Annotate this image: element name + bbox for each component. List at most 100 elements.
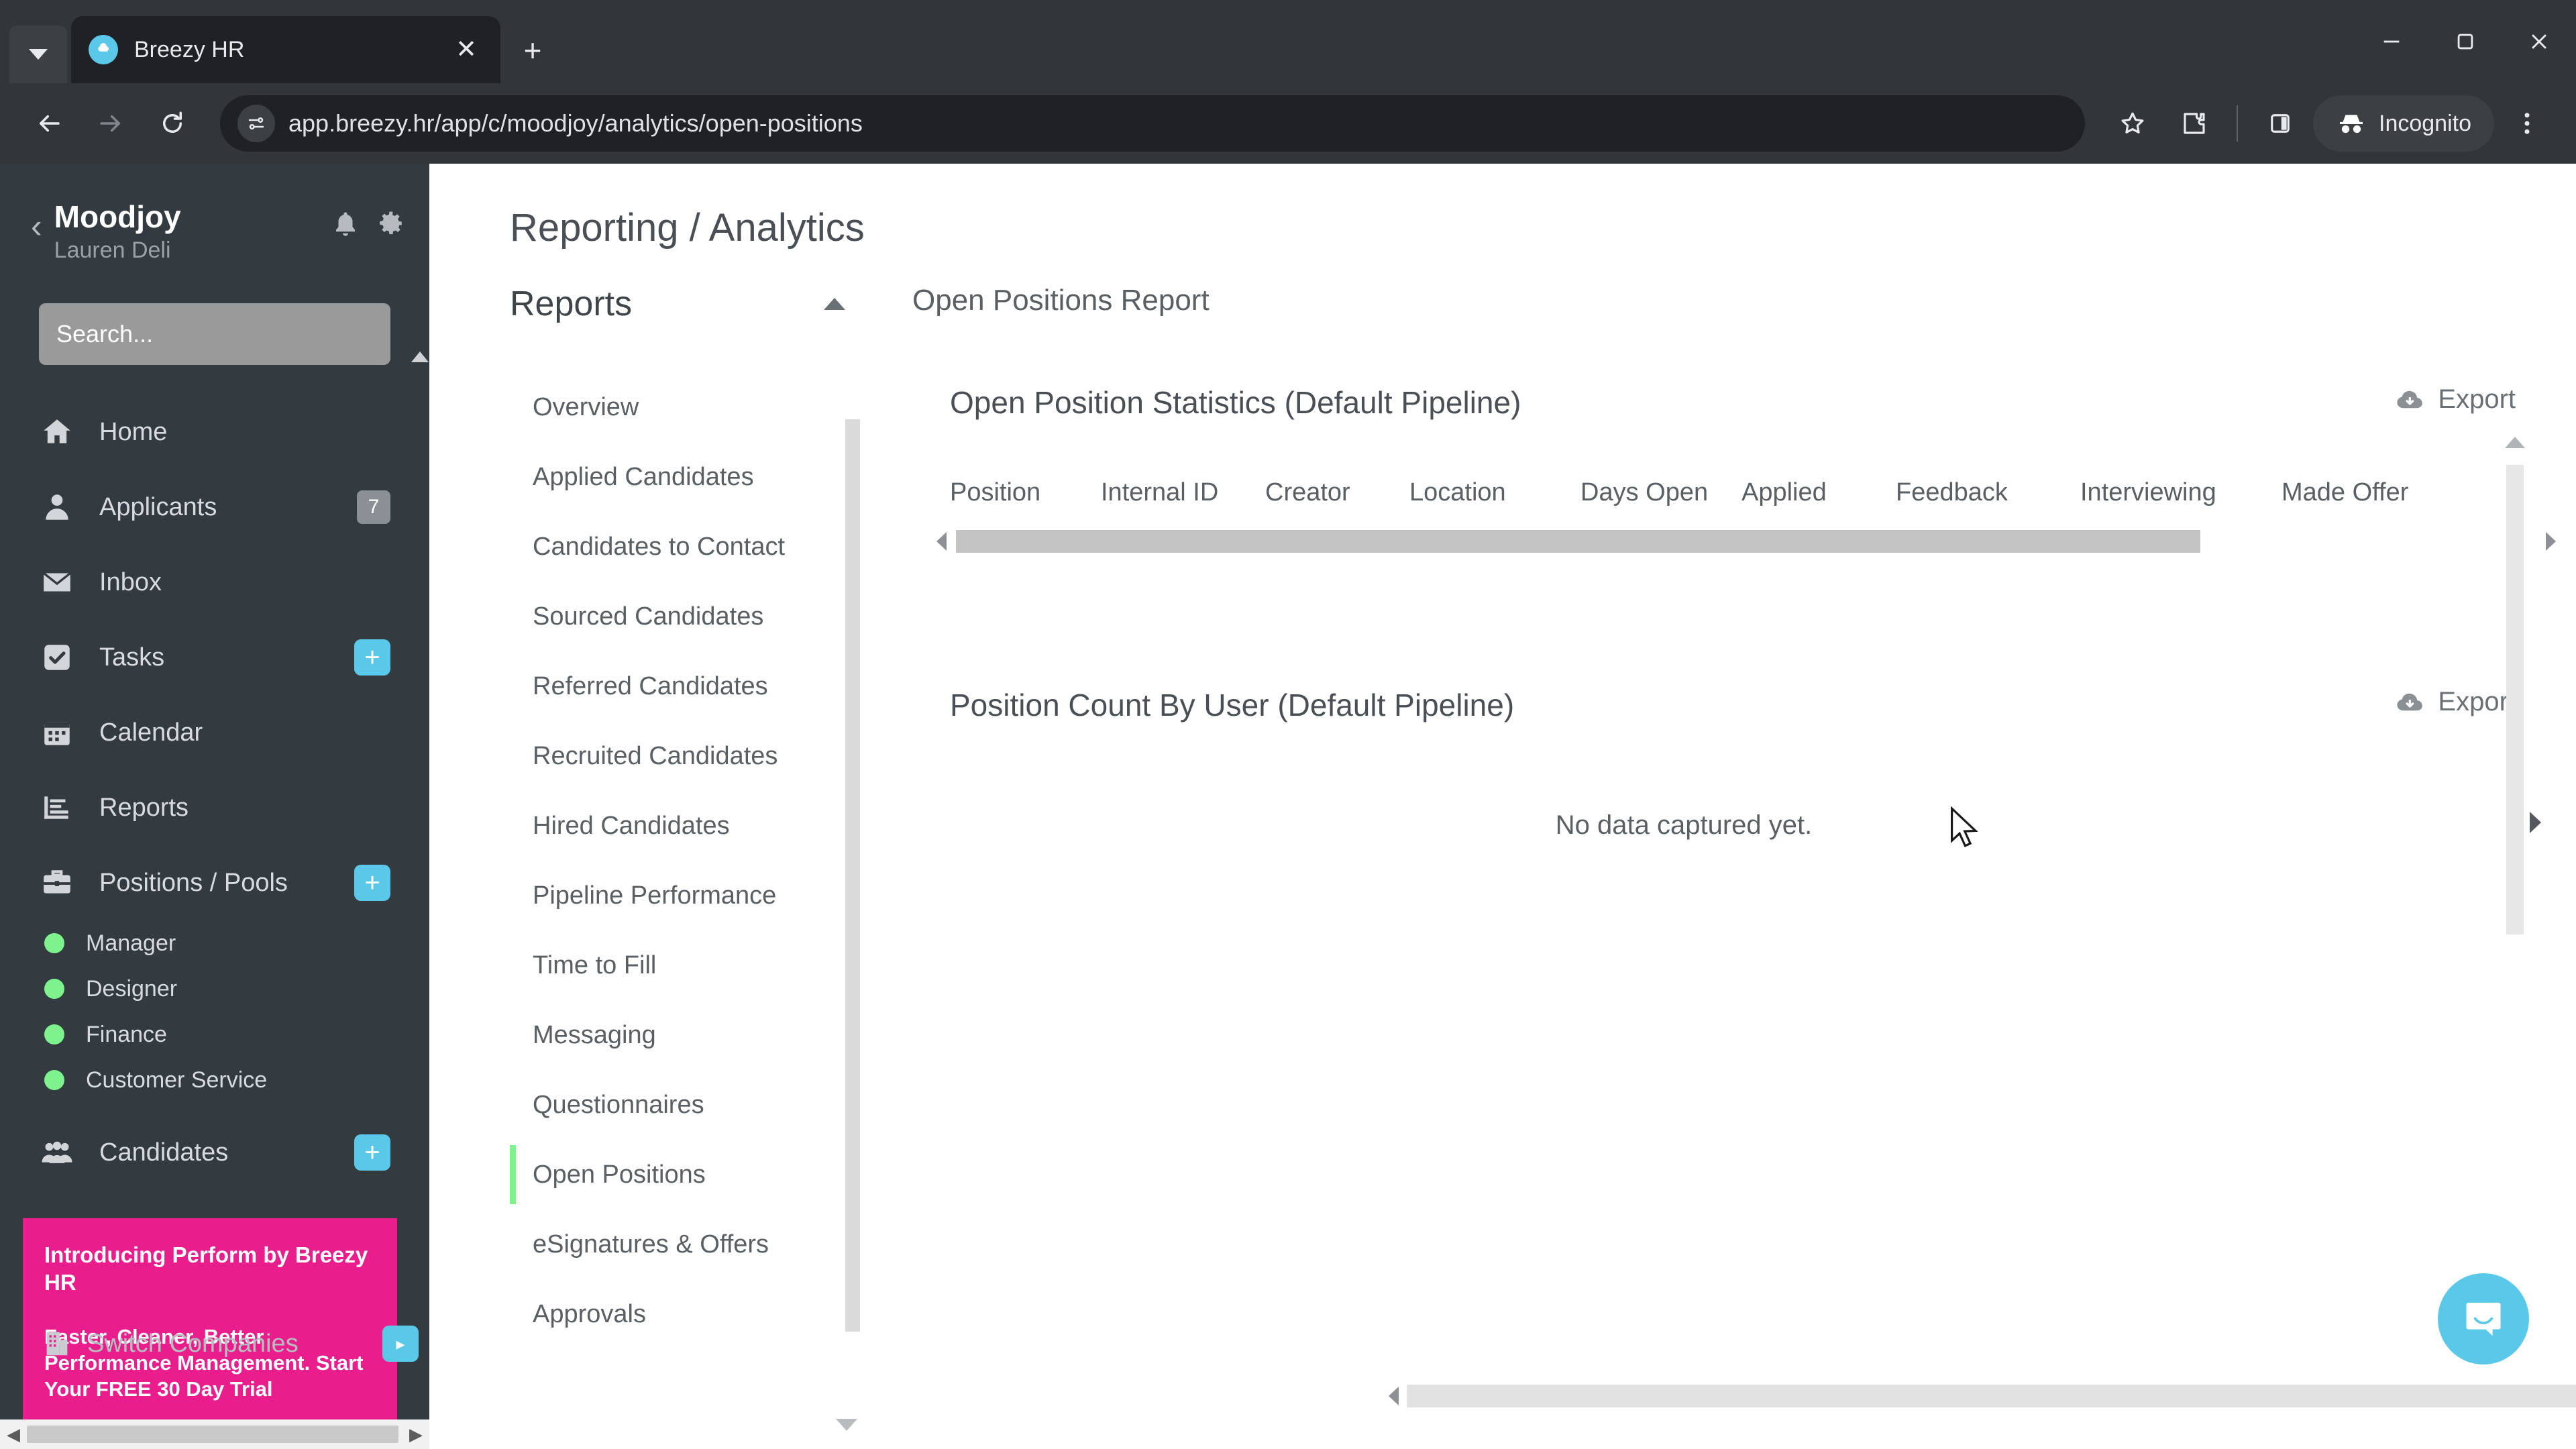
report-item-messaging[interactable]: Messaging xyxy=(510,1000,872,1070)
search-input[interactable]: Search... xyxy=(39,303,390,366)
sidebar-item-inbox[interactable]: Inbox xyxy=(0,545,429,620)
page-hscroll-thumb[interactable] xyxy=(1407,1385,2576,1407)
add-task-button[interactable]: + xyxy=(354,639,390,676)
sidebar-vertical-scrollbar[interactable] xyxy=(411,164,429,1449)
chevron-left-icon[interactable]: ‹ xyxy=(31,209,42,243)
report-item-candidates-to-contact[interactable]: Candidates to Contact xyxy=(510,512,872,582)
address-bar[interactable]: app.breezy.hr/app/c/moodjoy/analytics/op… xyxy=(220,95,2085,152)
sidebar-item-applicants[interactable]: Applicants 7 xyxy=(0,470,429,545)
page-horizontal-scrollbar[interactable] xyxy=(1389,1381,2576,1411)
report-item-recruited-candidates[interactable]: Recruited Candidates xyxy=(510,721,872,791)
sidebar-item-calendar[interactable]: Calendar xyxy=(0,695,429,770)
scroll-left-icon[interactable]: ◀ xyxy=(0,1424,27,1445)
report-item-time-to-fill[interactable]: Time to Fill xyxy=(510,930,872,1000)
reports-list-scrollbar[interactable] xyxy=(845,384,860,1448)
column-header-applied[interactable]: Applied xyxy=(1741,478,1896,507)
report-item-approvals[interactable]: Approvals xyxy=(510,1279,872,1349)
switch-companies-arrow-icon[interactable]: ▸ xyxy=(382,1326,419,1362)
briefcase-icon xyxy=(39,866,75,900)
report-item-esignatures-offers[interactable]: eSignatures & Offers xyxy=(510,1210,872,1279)
report-item-label: Time to Fill xyxy=(533,951,657,979)
report-item-applied-candidates[interactable]: Applied Candidates xyxy=(510,442,872,512)
export-button[interactable]: Export xyxy=(2395,384,2516,415)
switch-companies-row[interactable]: Switch Companies ▸ xyxy=(23,1326,419,1362)
column-header-made-offer[interactable]: Made Offer xyxy=(2282,478,2408,507)
side-panel-icon[interactable] xyxy=(2251,95,2309,152)
add-position-button[interactable]: + xyxy=(354,865,390,902)
search-placeholder: Search... xyxy=(56,320,154,348)
column-header-interviewing[interactable]: Interviewing xyxy=(2080,478,2282,507)
report-item-referred-candidates[interactable]: Referred Candidates xyxy=(510,651,872,721)
report-item-pipeline-performance[interactable]: Pipeline Performance xyxy=(510,861,872,930)
sidebar-item-label: Inbox xyxy=(99,568,162,596)
forward-arrow-icon[interactable] xyxy=(82,95,140,152)
column-header-creator[interactable]: Creator xyxy=(1265,478,1409,507)
sidebar-item-positions-pools[interactable]: Positions / Pools + xyxy=(0,845,429,920)
sidebar-item-candidates[interactable]: Candidates + xyxy=(0,1115,429,1190)
close-icon[interactable]: ✕ xyxy=(449,37,483,62)
content-scroll-up-icon[interactable] xyxy=(2505,437,2525,448)
star-icon[interactable] xyxy=(2104,95,2161,152)
sidebar-pool-designer[interactable]: Designer xyxy=(0,966,429,1012)
notification-bell-icon[interactable] xyxy=(331,209,360,241)
browser-tab[interactable]: Breezy HR ✕ xyxy=(71,16,500,83)
sidebar-item-reports[interactable]: Reports xyxy=(0,770,429,845)
report-item-open-positions[interactable]: Open Positions xyxy=(510,1140,872,1210)
envelope-icon xyxy=(39,566,75,599)
three-dot-menu-icon[interactable] xyxy=(2498,95,2556,152)
profile-incognito-button[interactable]: Incognito xyxy=(2313,95,2494,152)
browser-window: Breezy HR ✕ + app.breezy.hr/app/c/moodjo… xyxy=(0,0,2576,1449)
scroll-left-icon[interactable] xyxy=(1389,1387,1399,1405)
column-header-position[interactable]: Position xyxy=(950,478,1101,507)
intercom-chat-icon[interactable] xyxy=(2438,1273,2529,1364)
maximize-icon[interactable] xyxy=(2428,0,2502,83)
report-item-questionnaires[interactable]: Questionnaires xyxy=(510,1070,872,1140)
column-header-location[interactable]: Location xyxy=(1409,478,1580,507)
reports-scroll-thumb[interactable] xyxy=(845,419,860,1332)
main-content: Reporting / Analytics Reports Overview A… xyxy=(429,164,2576,1449)
report-item-label: Questionnaires xyxy=(533,1090,704,1119)
new-tab-button[interactable]: + xyxy=(500,35,565,83)
sidebar-item-home[interactable]: Home xyxy=(0,394,429,470)
content-vertical-scrollbar[interactable] xyxy=(2506,465,2524,934)
back-arrow-icon[interactable] xyxy=(20,95,78,152)
add-candidate-button[interactable]: + xyxy=(354,1134,390,1171)
tab-search-button[interactable] xyxy=(9,25,67,83)
statistics-table-hscrollbar[interactable] xyxy=(912,530,2576,553)
table-scroll-right-icon[interactable] xyxy=(2530,812,2541,833)
report-item-overview[interactable]: Overview xyxy=(510,372,872,442)
sidebar-pool-customer-service[interactable]: Customer Service xyxy=(0,1057,429,1103)
page-hscroll-track[interactable] xyxy=(1407,1385,2576,1407)
scroll-left-icon[interactable] xyxy=(936,532,947,551)
column-header-days-open[interactable]: Days Open xyxy=(1580,478,1741,507)
card-header: Position Count By User (Default Pipeline… xyxy=(912,687,2576,723)
caret-up-icon[interactable] xyxy=(824,298,845,310)
report-item-sourced-candidates[interactable]: Sourced Candidates xyxy=(510,582,872,651)
sidebar-horizontal-scrollbar[interactable]: ◀ ▶ xyxy=(0,1419,429,1449)
export-button[interactable]: Export xyxy=(2395,687,2516,717)
report-item-hired-candidates[interactable]: Hired Candidates xyxy=(510,791,872,861)
site-settings-icon[interactable] xyxy=(237,105,275,142)
sidebar-pool-manager[interactable]: Manager xyxy=(0,920,429,966)
column-header-feedback[interactable]: Feedback xyxy=(1896,478,2080,507)
minimize-icon[interactable] xyxy=(2355,0,2428,83)
sidebar-hscroll-thumb[interactable] xyxy=(27,1426,398,1443)
window-close-icon[interactable] xyxy=(2502,0,2576,83)
reload-icon[interactable] xyxy=(144,95,201,152)
hscroll-track[interactable] xyxy=(953,530,2539,553)
statistics-table-header: Position Internal ID Creator Location Da… xyxy=(912,478,2576,507)
reports-nav-header[interactable]: Reports xyxy=(510,284,872,324)
scroll-up-icon[interactable] xyxy=(411,352,429,362)
hscroll-thumb[interactable] xyxy=(956,530,2200,553)
settings-gear-icon[interactable] xyxy=(377,209,405,241)
extensions-puzzle-icon[interactable] xyxy=(2165,95,2223,152)
scroll-right-icon[interactable] xyxy=(2546,532,2556,551)
switch-companies-label: Switch Companies xyxy=(87,1329,299,1358)
card-header: Open Position Statistics (Default Pipeli… xyxy=(912,384,2576,421)
caret-down-icon[interactable] xyxy=(836,1419,857,1431)
column-header-internal-id[interactable]: Internal ID xyxy=(1101,478,1265,507)
sidebar-pool-finance[interactable]: Finance xyxy=(0,1012,429,1057)
promo-banner[interactable]: Introducing Perform by Breezy HR Faster,… xyxy=(23,1218,397,1425)
sidebar-item-tasks[interactable]: Tasks + xyxy=(0,620,429,695)
scroll-right-icon[interactable]: ▶ xyxy=(402,1424,429,1445)
